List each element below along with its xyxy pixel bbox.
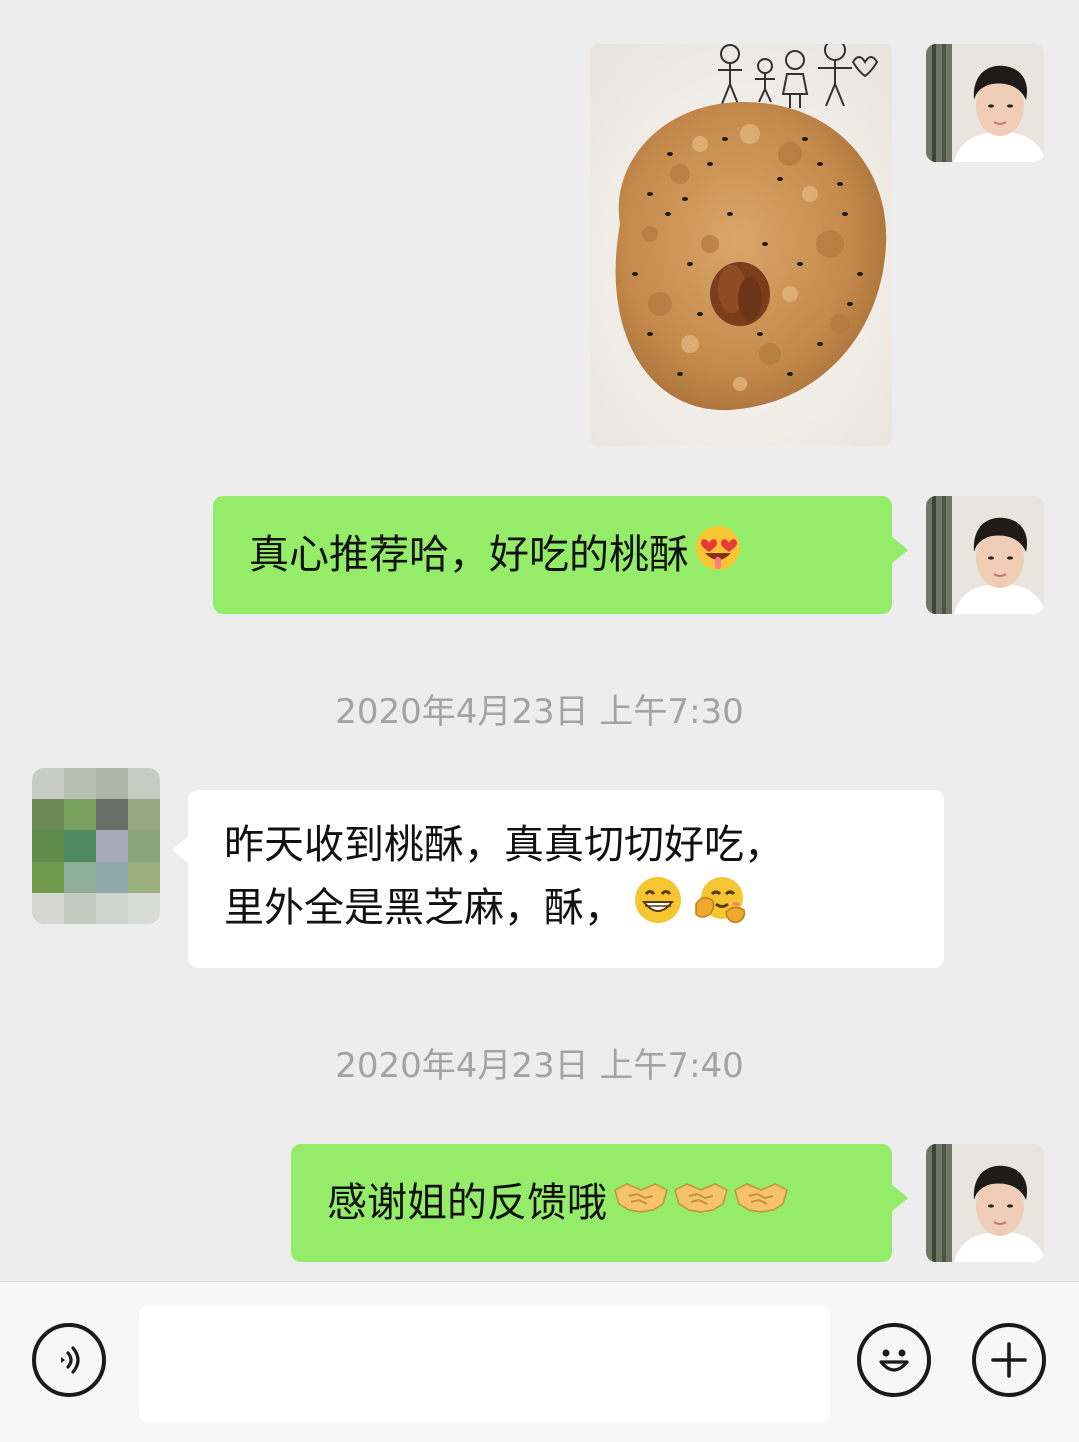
avatar-photo xyxy=(926,1144,1044,1262)
message-input[interactable] xyxy=(139,1306,830,1422)
received-message-bubble[interactable]: 昨天收到桃酥，真真切切好吃， 里外全是黑芝麻，酥， xyxy=(172,790,944,968)
timestamp: 2020年4月23日 上午7:30 xyxy=(335,692,744,732)
plus-icon xyxy=(991,1342,1027,1378)
grin-emoji xyxy=(632,874,684,942)
my-avatar[interactable] xyxy=(926,1144,1044,1262)
my-avatar[interactable] xyxy=(926,496,1044,614)
handshake-emoji xyxy=(673,1175,729,1231)
timestamp: 2020年4月23日 上午7:40 xyxy=(335,1046,744,1086)
avatar-photo xyxy=(926,44,1044,162)
voice-button[interactable] xyxy=(32,1323,106,1397)
message-text-line-2: 里外全是黑芝麻，酥， xyxy=(224,885,624,931)
hug-emoji xyxy=(692,874,748,942)
avatar-photo xyxy=(926,496,1044,614)
emoji-button[interactable] xyxy=(857,1323,931,1397)
voice-icon xyxy=(61,1346,80,1374)
peach-cookie-photo xyxy=(590,44,892,446)
heart-eyes-drool-emoji xyxy=(693,523,743,588)
message-text-line-1: 昨天收到桃酥，真真切切好吃， xyxy=(224,822,784,868)
handshake-emoji xyxy=(733,1175,789,1231)
contact-avatar-pixelated[interactable] xyxy=(32,768,160,924)
message-text: 感谢姐的反馈哦 xyxy=(327,1180,607,1226)
sent-message-bubble[interactable]: 真心推荐哈，好吃的桃酥 xyxy=(213,496,908,614)
message-text: 真心推荐哈，好吃的桃酥 xyxy=(249,532,689,578)
my-avatar[interactable] xyxy=(926,44,1044,162)
emoji-icon xyxy=(879,1349,909,1372)
more-button[interactable] xyxy=(972,1323,1046,1397)
sent-message-bubble[interactable]: 感谢姐的反馈哦 xyxy=(291,1144,908,1262)
photo-message[interactable] xyxy=(590,44,892,446)
handshake-emoji xyxy=(613,1175,669,1231)
